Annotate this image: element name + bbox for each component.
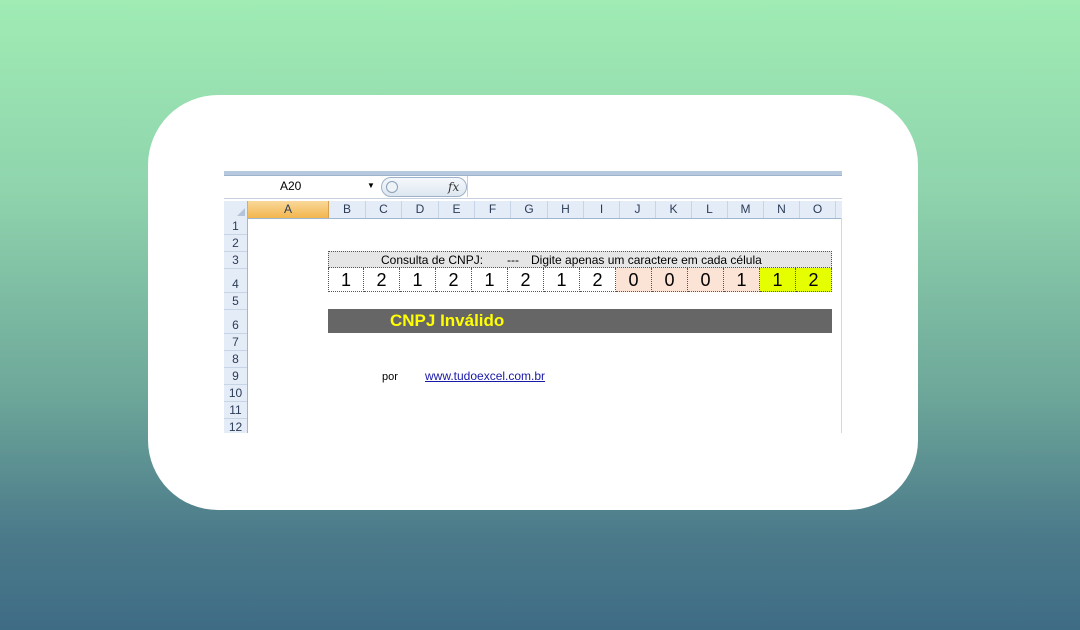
result-status: CNPJ Inválido [390, 311, 505, 330]
column-header-n[interactable]: N [764, 201, 800, 218]
row-header-4[interactable]: 4 [224, 269, 247, 293]
row-header-7[interactable]: 7 [224, 334, 247, 351]
column-header-e[interactable]: E [439, 201, 475, 218]
cnpj-digit-cell[interactable]: 1 [724, 268, 760, 292]
formula-controls: fx [381, 177, 467, 197]
row-header-5[interactable]: 5 [224, 293, 247, 310]
row-header-8[interactable]: 8 [224, 351, 247, 368]
column-header-l[interactable]: L [692, 201, 728, 218]
row-header-3[interactable]: 3 [224, 252, 247, 269]
column-header-g[interactable]: G [511, 201, 548, 218]
column-header-h[interactable]: H [548, 201, 584, 218]
row-header-1[interactable]: 1 [224, 218, 247, 235]
resize-handle-icon[interactable] [386, 181, 398, 193]
cnpj-digit-cell[interactable]: 2 [364, 268, 400, 292]
row-header-9[interactable]: 9 [224, 368, 247, 385]
cnpj-digit-cell[interactable]: 0 [688, 268, 724, 292]
column-header-k[interactable]: K [656, 201, 692, 218]
name-box[interactable]: A20 ▼ [224, 177, 376, 195]
row-header-11[interactable]: 11 [224, 402, 247, 419]
row-header-6[interactable]: 6 [224, 310, 247, 334]
column-header-d[interactable]: D [402, 201, 439, 218]
row-header-12[interactable]: 12 [224, 419, 247, 433]
cnpj-header-cell[interactable]: Consulta de CNPJ: --- Digite apenas um c… [328, 251, 832, 268]
column-headers: ABCDEFGHIJKLMNO [224, 201, 842, 219]
column-header-o[interactable]: O [800, 201, 836, 218]
cnpj-hint: Digite apenas um caractere em cada célul… [531, 253, 762, 267]
cnpj-digit-cell[interactable]: 2 [796, 268, 832, 292]
result-banner[interactable]: CNPJ Inválido [328, 309, 832, 333]
cnpj-digit-cell[interactable]: 1 [400, 268, 436, 292]
formula-bar: A20 ▼ fx [224, 176, 842, 199]
name-box-value: A20 [280, 179, 302, 193]
column-header-a[interactable]: A [248, 201, 329, 218]
column-header-c[interactable]: C [366, 201, 402, 218]
cnpj-digit-cell[interactable]: 1 [328, 268, 364, 292]
select-all-button[interactable] [224, 201, 248, 218]
cnpj-digit-cell[interactable]: 1 [472, 268, 508, 292]
cnpj-digit-cell[interactable]: 2 [508, 268, 544, 292]
row-headers: 1 2 3 4 5 6 7 8 9 10 11 12 [224, 218, 248, 433]
chevron-down-icon[interactable]: ▼ [367, 177, 375, 195]
credit-by: por [382, 371, 398, 383]
row-header-10[interactable]: 10 [224, 385, 247, 402]
cnpj-digit-cell[interactable]: 1 [760, 268, 796, 292]
column-header-m[interactable]: M [728, 201, 764, 218]
cnpj-digit-cell[interactable]: 0 [652, 268, 688, 292]
cnpj-label: Consulta de CNPJ: [381, 253, 484, 267]
website-link[interactable]: www.tudoexcel.com.br [425, 369, 545, 383]
column-header-b[interactable]: B [329, 201, 366, 218]
cnpj-digit-cell[interactable]: 1 [544, 268, 580, 292]
cnpj-digit-cell[interactable]: 2 [580, 268, 616, 292]
column-header-f[interactable]: F [475, 201, 511, 218]
cnpj-separator: --- [507, 253, 519, 267]
row-header-2[interactable]: 2 [224, 235, 247, 252]
insert-function-icon[interactable]: fx [448, 178, 459, 196]
column-header-i[interactable]: I [584, 201, 620, 218]
cnpj-digit-cell[interactable]: 2 [436, 268, 472, 292]
cnpj-digit-cell[interactable]: 0 [616, 268, 652, 292]
sheet-edge [841, 218, 842, 433]
formula-input[interactable] [467, 176, 842, 197]
spreadsheet: A20 ▼ fx ABCDEFGHIJKLMNO 1 2 3 4 5 6 7 8 9 10 11 12… [224, 171, 842, 433]
column-header-j[interactable]: J [620, 201, 656, 218]
